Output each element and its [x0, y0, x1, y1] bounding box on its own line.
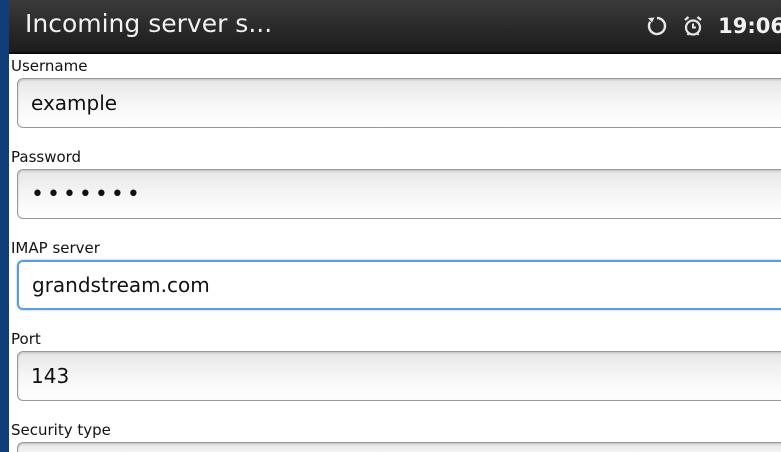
port-label: Port: [11, 330, 41, 348]
status-clock: 19:06: [718, 14, 781, 38]
incoming-server-settings-screen: Incoming server s... 19:06 Username exam…: [0, 0, 781, 452]
imap-server-input[interactable]: [19, 262, 781, 308]
username-field[interactable]: [17, 78, 781, 128]
security-type-label: Security type: [11, 421, 111, 439]
imap-server-label: IMAP server: [11, 239, 100, 257]
username-input[interactable]: [18, 79, 781, 127]
password-field[interactable]: [17, 169, 781, 219]
username-label: Username: [11, 57, 88, 75]
password-label: Password: [11, 148, 82, 166]
window-left-edge: [0, 0, 9, 452]
server-settings-form: Username Password IMAP server Port Secur…: [9, 54, 781, 452]
sync-icon: [646, 15, 668, 37]
imap-server-field[interactable]: [17, 260, 781, 310]
screen-title: Incoming server s...: [25, 9, 273, 38]
alarm-clock-icon: [682, 15, 704, 37]
port-field[interactable]: [17, 351, 781, 401]
title-status-bar: Incoming server s... 19:06: [9, 0, 781, 54]
password-input[interactable]: [18, 170, 781, 218]
security-type-select[interactable]: [17, 442, 781, 452]
status-icons: 19:06: [646, 13, 781, 39]
port-input[interactable]: [18, 352, 781, 400]
